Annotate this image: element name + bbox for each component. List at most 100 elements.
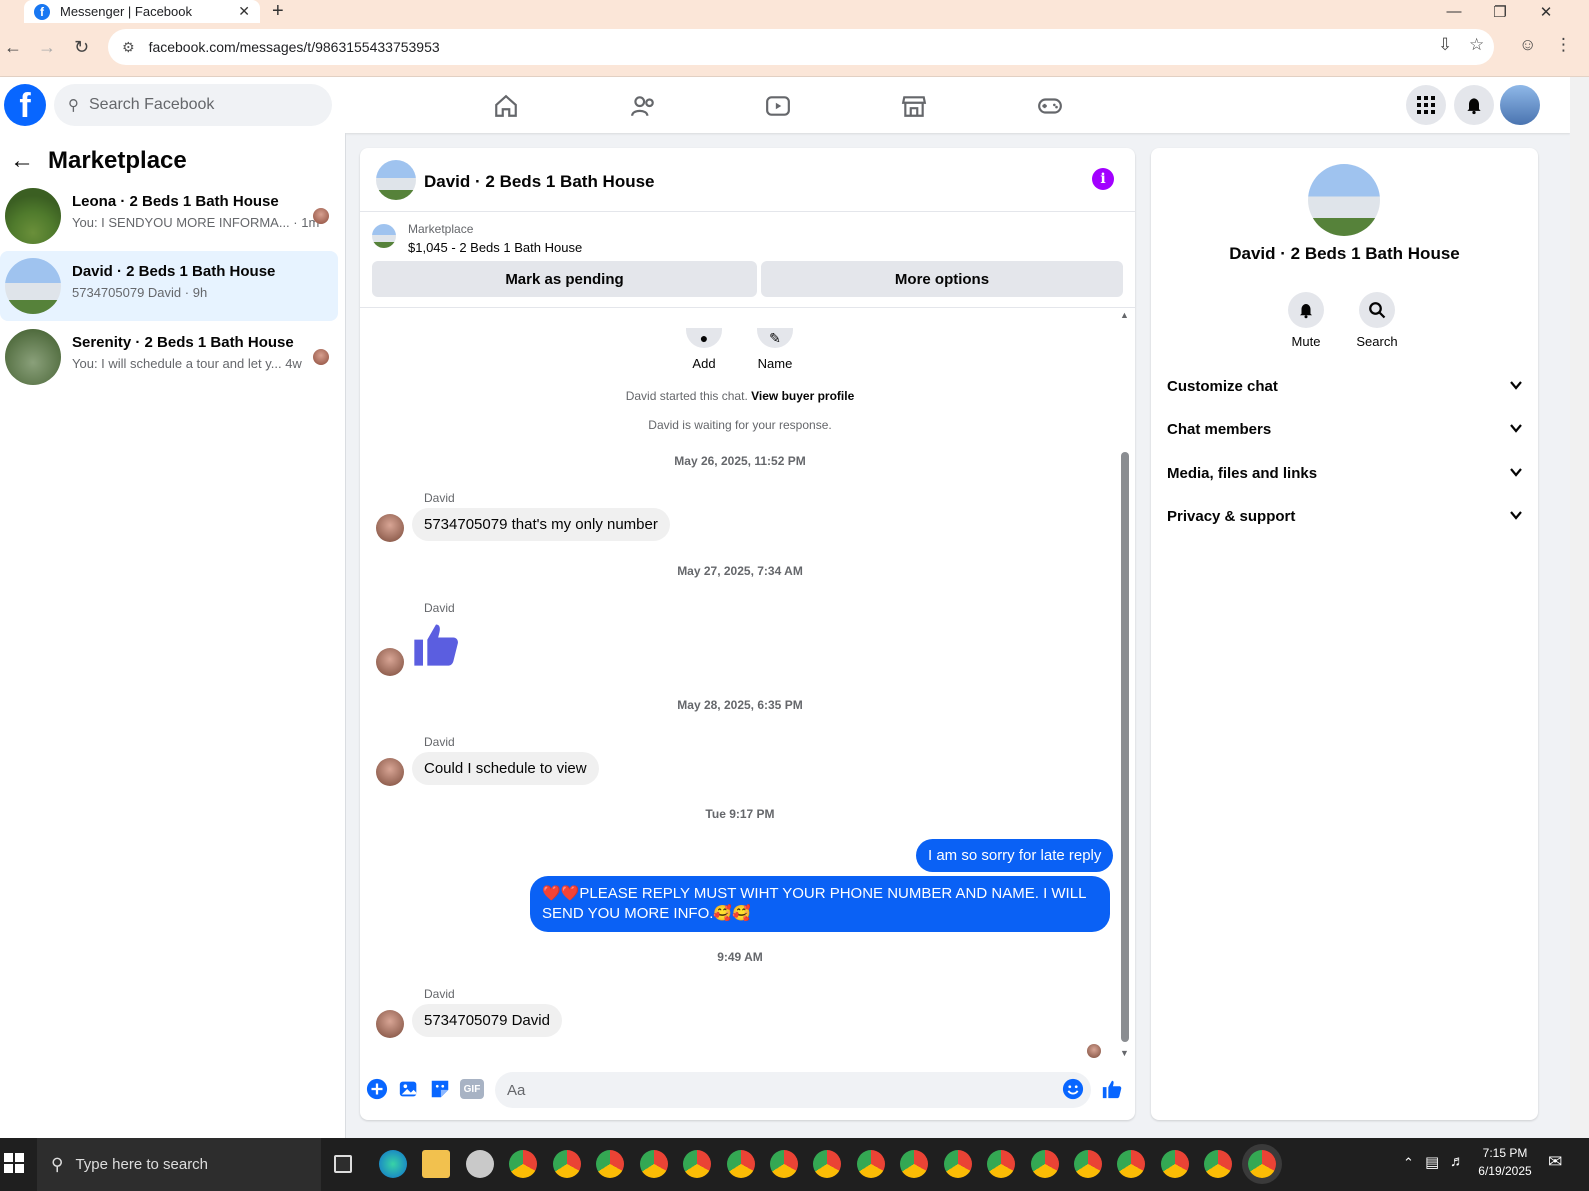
taskbar-search-input[interactable]: ⚲ Type here to search (37, 1138, 321, 1191)
listing-title[interactable]: $1,045 - 2 Beds 1 Bath House (408, 240, 582, 255)
chrome-profile-icon[interactable] (813, 1150, 841, 1178)
privacy-support-section[interactable]: Privacy & support (1167, 508, 1523, 525)
chrome-profile-icon[interactable] (857, 1150, 885, 1178)
search-action[interactable]: Search (1342, 292, 1412, 349)
reload-icon[interactable]: ↻ (74, 37, 89, 58)
chrome-profile-icon[interactable] (1031, 1150, 1059, 1178)
minimize-icon[interactable]: — (1431, 0, 1477, 23)
info-icon[interactable]: i (1092, 168, 1114, 190)
chat-avatar[interactable] (376, 160, 416, 200)
browser-tab[interactable]: f Messenger | Facebook ✕ (24, 0, 260, 23)
mute-action[interactable]: Mute (1271, 292, 1341, 349)
conversation-item-david[interactable]: David · 2 Beds 1 Bath House 5734705079 D… (0, 251, 338, 321)
plus-circle-icon[interactable] (366, 1078, 388, 1100)
david-avatar[interactable] (376, 648, 404, 676)
facebook-search-input[interactable]: ⚲ Search Facebook (54, 84, 332, 126)
gif-icon[interactable]: GIF (460, 1079, 484, 1099)
chrome-profile-icon[interactable] (1161, 1150, 1189, 1178)
facebook-logo-icon[interactable]: f (4, 84, 46, 126)
scrollbar-thumb[interactable] (1121, 452, 1129, 1042)
volume-icon[interactable]: ♬ (1450, 1153, 1465, 1170)
forward-icon[interactable]: → (38, 37, 56, 58)
david-avatar[interactable] (376, 1010, 404, 1038)
chrome-active-icon[interactable] (1248, 1150, 1276, 1178)
install-app-icon[interactable]: ⇩ (1438, 35, 1452, 55)
chrome-profile-icon[interactable] (727, 1150, 755, 1178)
chrome-profile-icon[interactable] (640, 1150, 668, 1178)
chat-title[interactable]: David · 2 Beds 1 Bath House (424, 172, 655, 192)
chrome-profile-icon[interactable] (1074, 1150, 1102, 1178)
page-scrollbar[interactable] (1570, 77, 1589, 1138)
outgoing-message-bubble[interactable]: ❤️❤️PLEASE REPLY MUST WIHT YOUR PHONE NU… (530, 876, 1110, 932)
chrome-profile-icon[interactable] (683, 1150, 711, 1178)
david-avatar[interactable] (376, 514, 404, 542)
chrome-profile-icon[interactable] (944, 1150, 972, 1178)
message-bubble[interactable]: 5734705079 that's my only number (412, 508, 670, 541)
scroll-down-icon[interactable]: ▼ (1120, 1048, 1129, 1058)
chrome-profile-icon[interactable] (900, 1150, 928, 1178)
marketplace-icon[interactable] (899, 91, 929, 121)
task-view-icon[interactable] (334, 1155, 352, 1173)
menu-grid-icon[interactable] (1406, 85, 1446, 125)
bookmark-star-icon[interactable]: ☆ (1469, 35, 1484, 55)
photo-icon[interactable] (398, 1078, 420, 1100)
sticker-icon[interactable] (429, 1078, 451, 1100)
conversation-item-serenity[interactable]: Serenity · 2 Beds 1 Bath House You: I wi… (0, 322, 338, 392)
scroll-up-icon[interactable]: ▲ (1120, 310, 1129, 320)
url-field[interactable]: ⚙ facebook.com/messages/t/98631554337539… (108, 29, 1494, 65)
paint-app-icon[interactable] (466, 1150, 494, 1178)
account-avatar[interactable] (1500, 85, 1540, 125)
windows-start-icon[interactable] (4, 1153, 24, 1178)
details-avatar[interactable] (1308, 164, 1380, 236)
emoji-icon[interactable] (1062, 1078, 1084, 1100)
chrome-profile-icon[interactable] (1117, 1150, 1145, 1178)
media-files-links-section[interactable]: Media, files and links (1167, 465, 1523, 482)
tray-chevron-icon[interactable]: ⌃ (1403, 1155, 1414, 1171)
network-icon[interactable]: ▤ (1425, 1153, 1439, 1171)
site-settings-icon[interactable]: ⚙ (122, 39, 135, 56)
conversation-item-leona[interactable]: Leona · 2 Beds 1 Bath House You: I SENDY… (0, 181, 338, 251)
new-tab-button[interactable]: + (272, 0, 284, 22)
browser-menu-icon[interactable]: ⋮ (1555, 35, 1572, 55)
video-icon[interactable] (763, 91, 793, 121)
conversation-preview: You: I will schedule a tour and let y...… (72, 356, 302, 371)
chrome-profile-icon[interactable] (770, 1150, 798, 1178)
file-explorer-icon[interactable] (422, 1150, 450, 1178)
section-label: Chat members (1167, 421, 1272, 438)
edge-icon[interactable] (379, 1150, 407, 1178)
customize-chat-section[interactable]: Customize chat (1167, 378, 1523, 395)
chat-scrollbar[interactable]: ▲ ▼ (1119, 310, 1131, 1062)
mark-pending-button[interactable]: Mark as pending (372, 261, 757, 297)
friends-icon[interactable] (628, 91, 658, 121)
chrome-profile-icon[interactable] (987, 1150, 1015, 1178)
view-buyer-profile-link[interactable]: View buyer profile (751, 389, 854, 403)
chrome-profile-icon[interactable] (553, 1150, 581, 1178)
close-window-icon[interactable]: ✕ (1523, 0, 1569, 23)
notifications-bell-icon[interactable] (1454, 85, 1494, 125)
chrome-icon[interactable] (509, 1150, 537, 1178)
chrome-profile-icon[interactable] (596, 1150, 624, 1178)
message-input[interactable]: Aa (495, 1072, 1091, 1108)
thumbs-up-icon[interactable] (410, 618, 462, 679)
clock[interactable]: 7:15 PM 6/19/2025 (1470, 1146, 1540, 1178)
edit-name-action[interactable]: ✎ Name (745, 328, 805, 371)
back-icon[interactable]: ← (4, 37, 22, 58)
notifications-icon[interactable]: ✉ (1548, 1152, 1562, 1172)
waiting-notice: David is waiting for your response. (648, 418, 832, 432)
message-bubble[interactable]: Could I schedule to view (412, 752, 599, 785)
add-contact-action[interactable]: ● Add (674, 328, 734, 371)
message-bubble[interactable]: 5734705079 David (412, 1004, 562, 1037)
tab-close-icon[interactable]: ✕ (238, 3, 250, 20)
outgoing-message-bubble[interactable]: I am so sorry for late reply (916, 839, 1114, 872)
profile-icon[interactable]: ☺ (1519, 35, 1536, 55)
restore-icon[interactable]: ❐ (1477, 0, 1523, 23)
gaming-icon[interactable] (1035, 91, 1065, 121)
david-avatar[interactable] (376, 758, 404, 786)
chrome-profile-icon[interactable] (1204, 1150, 1232, 1178)
sender-name: David (424, 735, 455, 749)
send-like-icon[interactable] (1101, 1078, 1123, 1100)
chat-members-section[interactable]: Chat members (1167, 421, 1523, 438)
more-options-button[interactable]: More options (761, 261, 1123, 297)
back-arrow-icon[interactable]: ← (10, 147, 34, 175)
home-icon[interactable] (491, 91, 521, 121)
